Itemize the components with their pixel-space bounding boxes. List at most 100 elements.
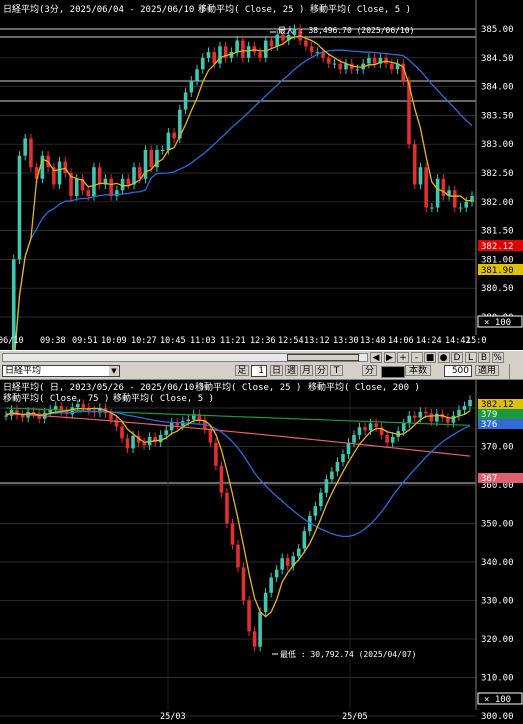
candle-body xyxy=(252,631,257,647)
candle-body xyxy=(418,411,423,418)
candle-body xyxy=(285,558,290,566)
candle-body xyxy=(200,57,205,70)
x-tick-label: 25/03 xyxy=(160,712,186,722)
period-input[interactable]: 1 xyxy=(251,365,267,377)
bottom-ma5-label: 移動平均( Close, 5 ) xyxy=(113,392,214,404)
candle-body xyxy=(335,461,340,472)
candle-body xyxy=(57,161,62,185)
x-tick-label: 14:06 xyxy=(388,336,414,346)
candle-body xyxy=(230,523,235,545)
nav-button[interactable]: ● xyxy=(437,352,450,363)
symbol-select[interactable]: 日経平均 ▼ xyxy=(2,365,120,377)
nav-button[interactable]: D xyxy=(451,352,463,363)
y-tick-label: 350.00 xyxy=(481,520,514,530)
candle-body xyxy=(218,46,222,64)
minute-mode-button[interactable]: 分 xyxy=(362,365,377,376)
candle-body xyxy=(114,419,119,427)
bar-toggle[interactable] xyxy=(381,366,405,378)
chevron-down-icon[interactable]: ▼ xyxy=(109,366,119,376)
nav-button[interactable]: B xyxy=(478,352,490,363)
y-tick-label: 384.00 xyxy=(481,83,514,93)
candle-body xyxy=(367,57,371,64)
candle-body xyxy=(29,138,33,168)
nav-button[interactable]: % xyxy=(491,352,504,363)
candle-body xyxy=(160,149,165,151)
x-tick-label: 14:24 xyxy=(416,336,442,346)
month-button[interactable]: 月 xyxy=(300,365,313,376)
candle-body xyxy=(374,423,378,428)
x-tick-label: 10:09 xyxy=(101,336,127,346)
candle-body xyxy=(457,409,461,416)
x-tick-label: 11:21 xyxy=(220,336,246,346)
count-input[interactable]: 500 xyxy=(444,365,472,377)
candle-body xyxy=(313,506,318,516)
candle-body xyxy=(357,427,362,435)
y-tick-label: 380.50 xyxy=(481,284,514,294)
nav-button[interactable]: ▶ xyxy=(383,352,396,363)
candle-body xyxy=(326,57,331,64)
minute-button[interactable]: 分 xyxy=(315,365,328,376)
y-tick-label: 310.00 xyxy=(481,674,514,684)
candle-body xyxy=(225,492,229,524)
candle-body xyxy=(17,155,22,260)
candle-body xyxy=(401,423,406,432)
nav-button[interactable]: ◀ xyxy=(370,352,382,363)
candle-body xyxy=(341,454,345,462)
candle-body xyxy=(309,46,314,53)
candle-body xyxy=(424,411,428,414)
top-ma25-label: 移動平均( Close, 25 ) xyxy=(198,3,304,15)
badge-ma5-text: 381.90 xyxy=(481,266,514,276)
candle-body xyxy=(20,414,25,418)
chart-settings-toolbar: 日経平均 ▼ 足 1 日 週 月 分 T 分 本数 500 適用 xyxy=(0,364,523,380)
horizontal-scrollbar[interactable] xyxy=(2,353,368,362)
tick-button[interactable]: T xyxy=(330,365,343,376)
candle-body xyxy=(346,442,351,455)
scrollbar-thumb[interactable] xyxy=(287,354,359,361)
candle-body xyxy=(269,40,274,47)
y-tick-label: 381.50 xyxy=(481,227,514,237)
daily-chart[interactable]: 日経平均( 日, 2023/05/26 - 2025/06/10 ) 移動平均(… xyxy=(0,380,523,724)
y-tick-label: 340.00 xyxy=(481,558,514,568)
candle-body xyxy=(241,40,245,58)
candle-body xyxy=(315,52,320,54)
candle-body xyxy=(390,436,395,443)
x-tick-label: 12:36 xyxy=(250,336,276,346)
nav-button[interactable]: - xyxy=(410,352,423,363)
candle-body xyxy=(338,63,343,70)
intraday-chart[interactable]: 日経平均(3分, 2025/06/04 - 2025/06/10 ) 移動平均(… xyxy=(0,0,523,350)
vertical-scrollbar[interactable] xyxy=(509,364,523,379)
candle-body xyxy=(372,57,377,64)
candle-body xyxy=(407,415,412,424)
candle-body xyxy=(236,544,240,568)
candle-body xyxy=(164,430,168,435)
y-tick-label: 330.00 xyxy=(481,597,514,607)
candle-body xyxy=(441,178,446,197)
candle-body xyxy=(120,426,124,439)
candle-body xyxy=(304,40,308,47)
week-button[interactable]: 週 xyxy=(285,365,298,376)
candle-body xyxy=(385,434,389,443)
apply-button[interactable]: 適用 xyxy=(475,365,499,376)
count-button[interactable]: 本数 xyxy=(405,365,431,376)
candle-body xyxy=(219,465,224,493)
y-tick-label: 383.50 xyxy=(481,111,514,121)
candle-body xyxy=(429,413,434,422)
nav-button[interactable]: + xyxy=(397,352,409,363)
candle-body xyxy=(206,52,211,58)
candle-body xyxy=(81,404,86,408)
candle-body xyxy=(158,434,163,443)
x-tick-label: 09:38 xyxy=(40,336,66,346)
nav-button[interactable]: L xyxy=(464,352,477,363)
candle-body xyxy=(263,40,268,58)
nav-button[interactable]: ■ xyxy=(424,352,436,363)
candle-body xyxy=(451,415,456,423)
candle-body xyxy=(4,415,8,417)
day-button[interactable]: 日 xyxy=(270,365,283,376)
y-tick-label: 384.50 xyxy=(481,54,514,64)
min-annotation: 最低 : 30,792.74 (2025/04/07) xyxy=(280,649,416,659)
candle-body xyxy=(430,207,434,209)
foot-button[interactable]: 足 xyxy=(235,365,249,376)
symbol-value: 日経平均 xyxy=(5,366,42,376)
candle-body xyxy=(149,149,154,168)
candle-body xyxy=(412,144,417,185)
